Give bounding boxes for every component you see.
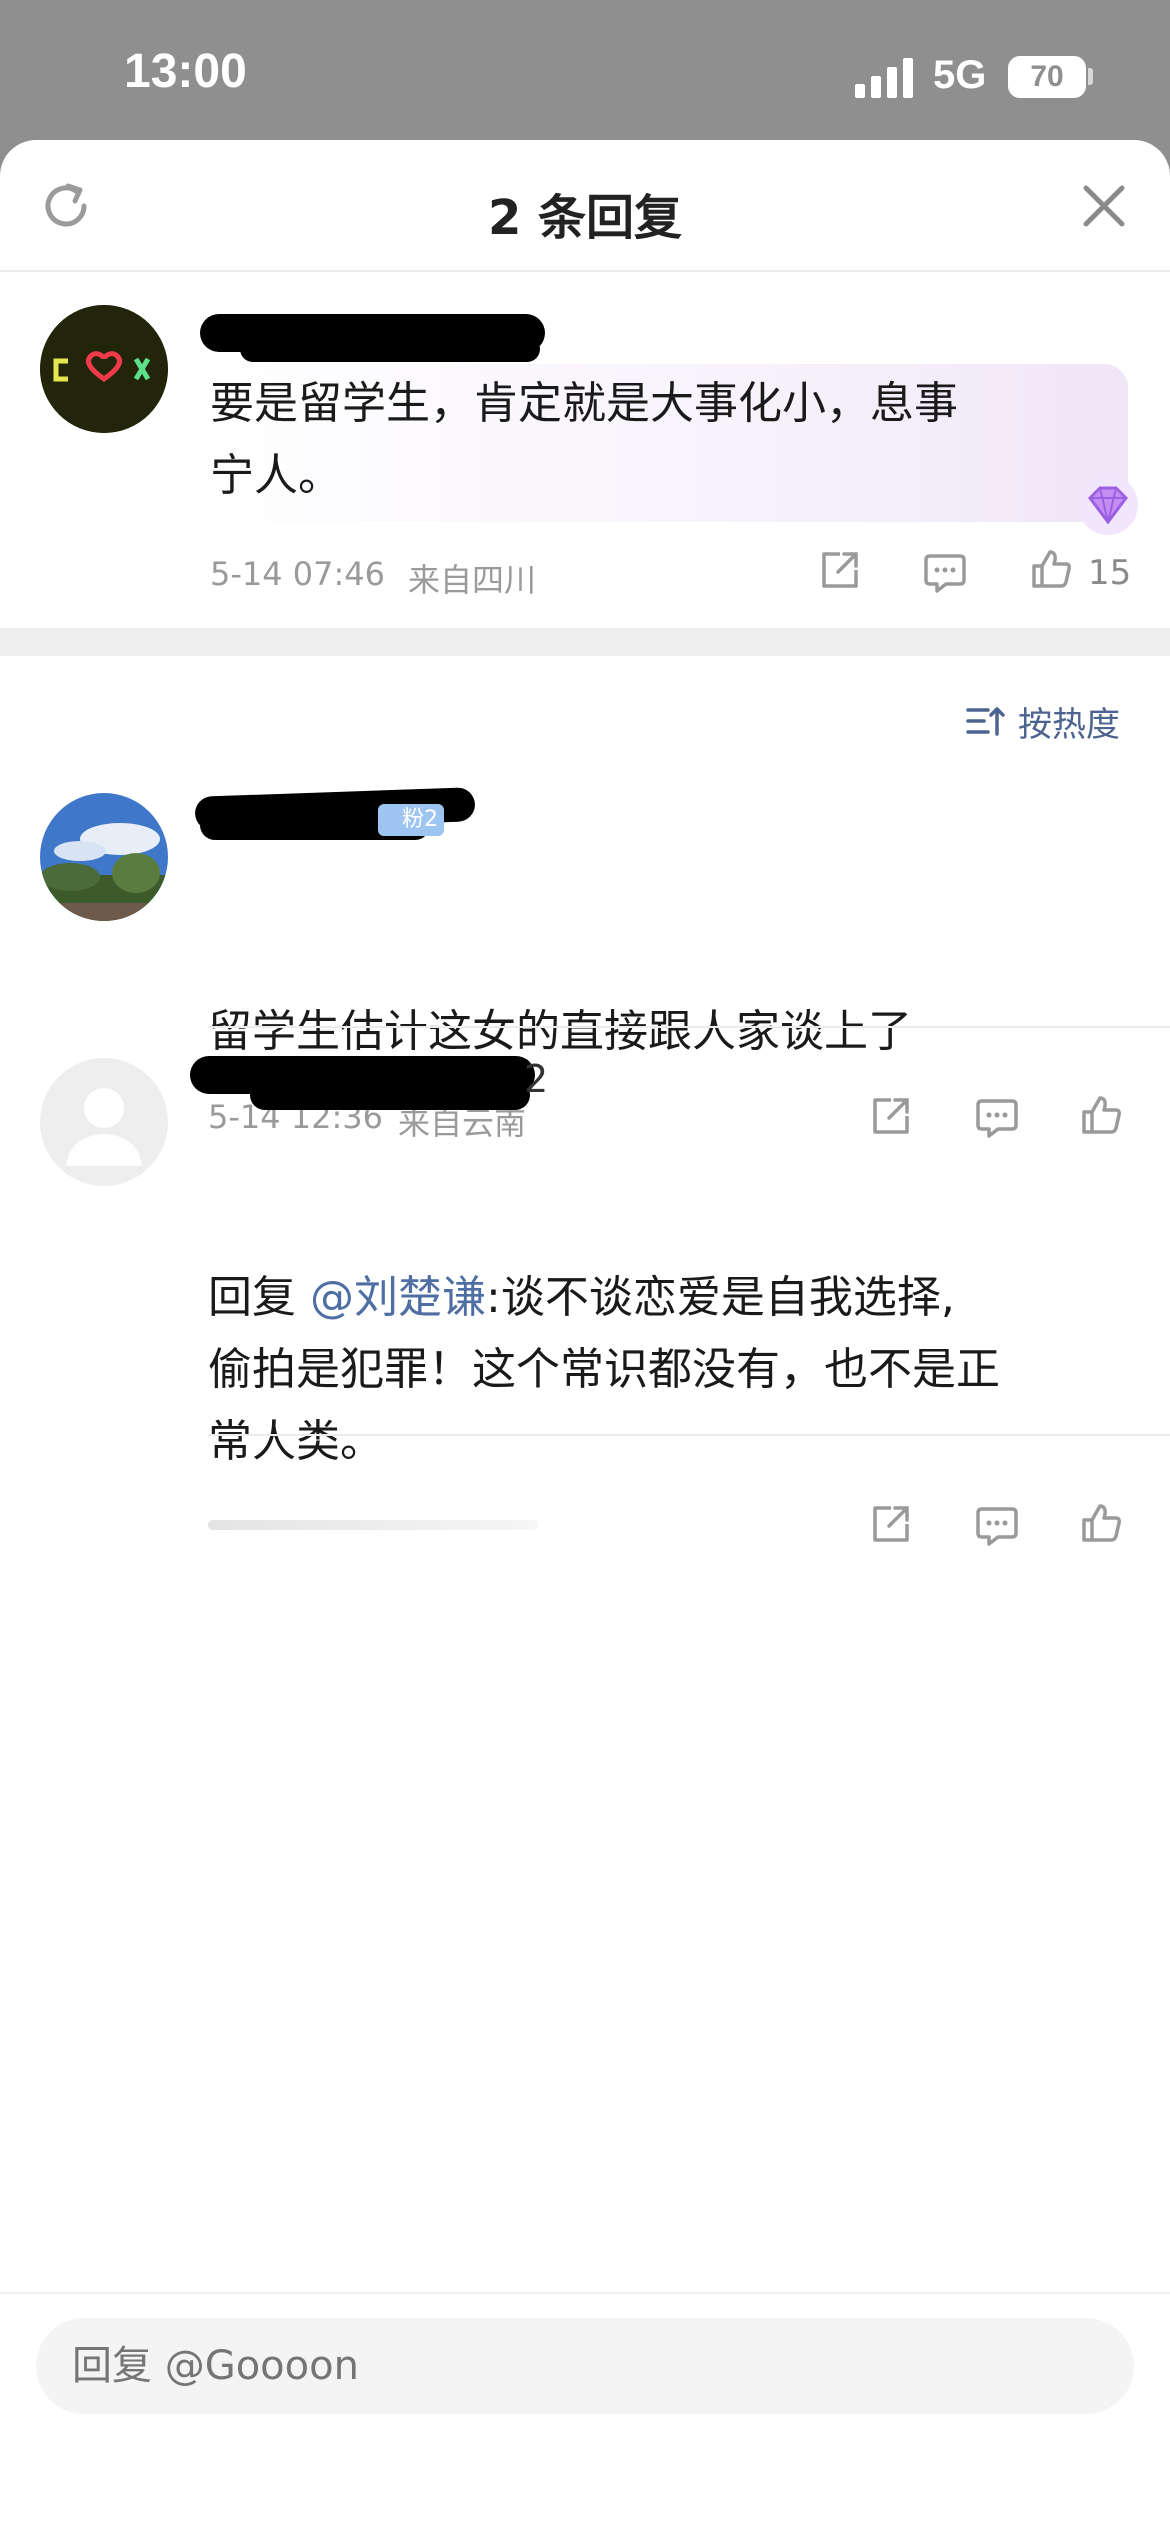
reply-text-part1: :谈不谈恋爱是自我选择, (486, 1272, 955, 1323)
like-icon[interactable] (1078, 1092, 1124, 1138)
battery-tip (1088, 68, 1093, 85)
close-icon[interactable] (1080, 182, 1128, 230)
fan-badge: 粉2 (378, 804, 444, 836)
default-avatar[interactable] (40, 1058, 168, 1186)
sort-by-hot-button[interactable]: 按热度 (966, 696, 1120, 746)
share-icon[interactable] (818, 548, 862, 592)
fan-badge-label: 粉2 (402, 807, 438, 832)
reply-prefix: 回复 (208, 1272, 310, 1323)
like-icon[interactable] (1028, 546, 1074, 592)
comment-icon[interactable] (922, 550, 968, 594)
status-bar: 13:00 5G 70 (0, 0, 1170, 150)
cellular-signal-icon (855, 58, 913, 98)
row-divider (208, 1434, 1170, 1436)
sort-icon (966, 707, 1005, 736)
avatar-landscape-image (40, 793, 168, 921)
diamond-icon (1078, 475, 1138, 535)
username-redacted-tail (250, 1080, 530, 1110)
reply-text-line2: 偷拍是犯罪！这个常识都没有，也不是正 (208, 1344, 1000, 1395)
status-time: 13:00 (124, 45, 247, 98)
battery-icon: 70 (1008, 56, 1086, 98)
avatar[interactable] (40, 793, 168, 921)
like-count: 15 (1088, 553, 1132, 593)
avatar-neon-image (40, 305, 168, 433)
like-icon[interactable] (1078, 1500, 1124, 1546)
comment-date: 5-14 07:46 (210, 555, 386, 593)
comment-text-line1: 要是留学生，肯定就是大事化小，息事 (210, 378, 958, 429)
comment-text-line2: 宁人。 (210, 450, 342, 501)
reply-text-line3: 常人类。 (208, 1416, 384, 1467)
row-divider (208, 1026, 1170, 1028)
avatar[interactable] (40, 305, 168, 433)
sort-label: 按热度 (1018, 704, 1120, 745)
share-icon[interactable] (869, 1502, 913, 1546)
share-icon[interactable] (869, 1094, 913, 1138)
meta-placeholder (208, 1520, 538, 1530)
username-suffix: 2 (524, 1057, 549, 1101)
default-user-icon (40, 1058, 168, 1186)
reply-footer (0, 2292, 1170, 2532)
section-divider (0, 628, 1170, 656)
reply-input[interactable] (36, 2318, 1134, 2414)
reply-text-line1: 回复 @刘楚谦:谈不谈恋爱是自我选择, (208, 1262, 955, 1334)
network-type-label: 5G (933, 53, 987, 97)
sheet-header: 2 条回复 (0, 140, 1170, 272)
replies-sheet: 2 条回复 要是留学生，肯定就是大事化小，息事 宁人。 5-14 07:46 来… (0, 140, 1170, 2532)
sheet-title: 2 条回复 (487, 190, 683, 246)
comment-location: 来自四川 (408, 561, 537, 599)
mention-link[interactable]: @刘楚谦 (310, 1272, 486, 1323)
comment-icon[interactable] (974, 1503, 1020, 1547)
comment-icon[interactable] (974, 1095, 1020, 1139)
username-redacted-tail (240, 336, 540, 362)
